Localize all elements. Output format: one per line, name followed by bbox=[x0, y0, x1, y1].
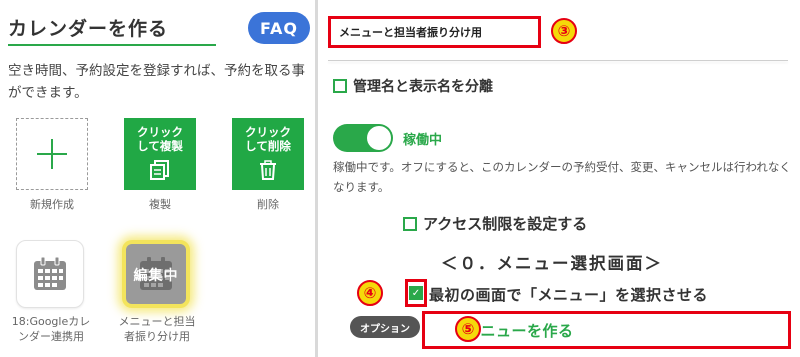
menu-section-heading: ＜０．メニュー選択画面＞ bbox=[441, 254, 663, 273]
check-icon: ✓ bbox=[411, 287, 421, 299]
calendar-create-panel: カレンダーを作る FAQ 空き時間、予約設定を登録すれば、予約を取る事ができます… bbox=[0, 0, 318, 357]
panel-description: 空き時間、予約設定を登録すれば、予約を取る事ができます。 bbox=[8, 63, 305, 101]
delete-button-text-line2: して削除 bbox=[245, 139, 291, 153]
copy-button-text-line2: して複製 bbox=[137, 139, 183, 153]
calendar-edit-caption-line1: メニューと担当 bbox=[118, 315, 196, 328]
calendar-name-field[interactable]: メニューと担当者振り分け用 bbox=[328, 16, 541, 48]
name-field-divider bbox=[328, 60, 788, 61]
first-screen-checkbox[interactable]: ✓ bbox=[409, 286, 423, 300]
calendar-edit-caption: メニューと担当 者振り分け用 bbox=[108, 314, 206, 344]
calendar-menu-staff-editing[interactable]: 編集中 bbox=[122, 240, 190, 308]
first-screen-menu-label: 最初の画面で「メニュー」を選択させる bbox=[429, 286, 709, 304]
separate-names-checkbox[interactable]: 管理名と表示名を分離 bbox=[333, 76, 493, 96]
separate-names-label: 管理名と表示名を分離 bbox=[353, 79, 493, 95]
page-title: カレンダーを作る bbox=[8, 18, 169, 40]
title-underline bbox=[8, 44, 216, 46]
delete-calendar-button[interactable]: クリック して削除 bbox=[232, 118, 304, 190]
calendar-name-value: メニューと担当者振り分け用 bbox=[339, 26, 482, 39]
calendar-google-sync[interactable] bbox=[16, 240, 84, 308]
calendar-edit-caption-line2: 者振り分け用 bbox=[124, 330, 190, 343]
delete-caption: 削除 bbox=[257, 198, 279, 211]
checkbox-empty-icon bbox=[333, 79, 347, 93]
copy-caption: 複製 bbox=[149, 198, 171, 211]
copy-button-text-line1: クリック bbox=[137, 125, 183, 139]
calendar-settings-panel: メニューと担当者振り分け用 ③ 管理名と表示名を分離 稼働中 稼働中です。オフに… bbox=[321, 0, 800, 357]
plus-icon bbox=[37, 139, 67, 169]
access-restriction-checkbox[interactable]: アクセス制限を設定する bbox=[403, 213, 587, 234]
checkbox-empty-icon bbox=[403, 216, 417, 231]
editing-overlay-label: 編集中 bbox=[133, 268, 179, 284]
new-calendar-caption: 新規作成 bbox=[30, 198, 74, 211]
calendar-google-caption-line1: 18:Googleカレ bbox=[11, 315, 91, 328]
active-toggle[interactable] bbox=[333, 124, 393, 152]
access-restriction-label: アクセス制限を設定する bbox=[423, 215, 588, 233]
calendar-google-caption-line2: ンダー連携用 bbox=[18, 330, 84, 343]
calendar-google-caption: 18:Googleカレ ンダー連携用 bbox=[2, 314, 100, 344]
trash-icon bbox=[260, 160, 276, 180]
step-3-badge: ③ bbox=[551, 18, 577, 44]
calendar-icon bbox=[34, 256, 66, 290]
step-5-badge: ⑤ bbox=[455, 316, 481, 342]
copy-icon bbox=[150, 160, 169, 180]
new-calendar-button[interactable] bbox=[16, 118, 88, 190]
delete-button-text-line1: クリック bbox=[245, 125, 291, 139]
active-toggle-note: 稼働中です。オフにすると、このカレンダーの予約受付、変更、キャンセルは行われなく… bbox=[333, 160, 791, 194]
active-toggle-row: 稼働中 bbox=[333, 124, 442, 152]
faq-button[interactable]: FAQ bbox=[248, 12, 310, 44]
step-4-badge: ④ bbox=[357, 280, 383, 306]
option-badge: オプション bbox=[350, 316, 420, 338]
make-menu-label: メニューを作る bbox=[465, 321, 574, 340]
active-toggle-label: 稼働中 bbox=[403, 132, 443, 148]
copy-calendar-button[interactable]: クリック して複製 bbox=[124, 118, 196, 190]
toggle-knob bbox=[367, 126, 391, 150]
